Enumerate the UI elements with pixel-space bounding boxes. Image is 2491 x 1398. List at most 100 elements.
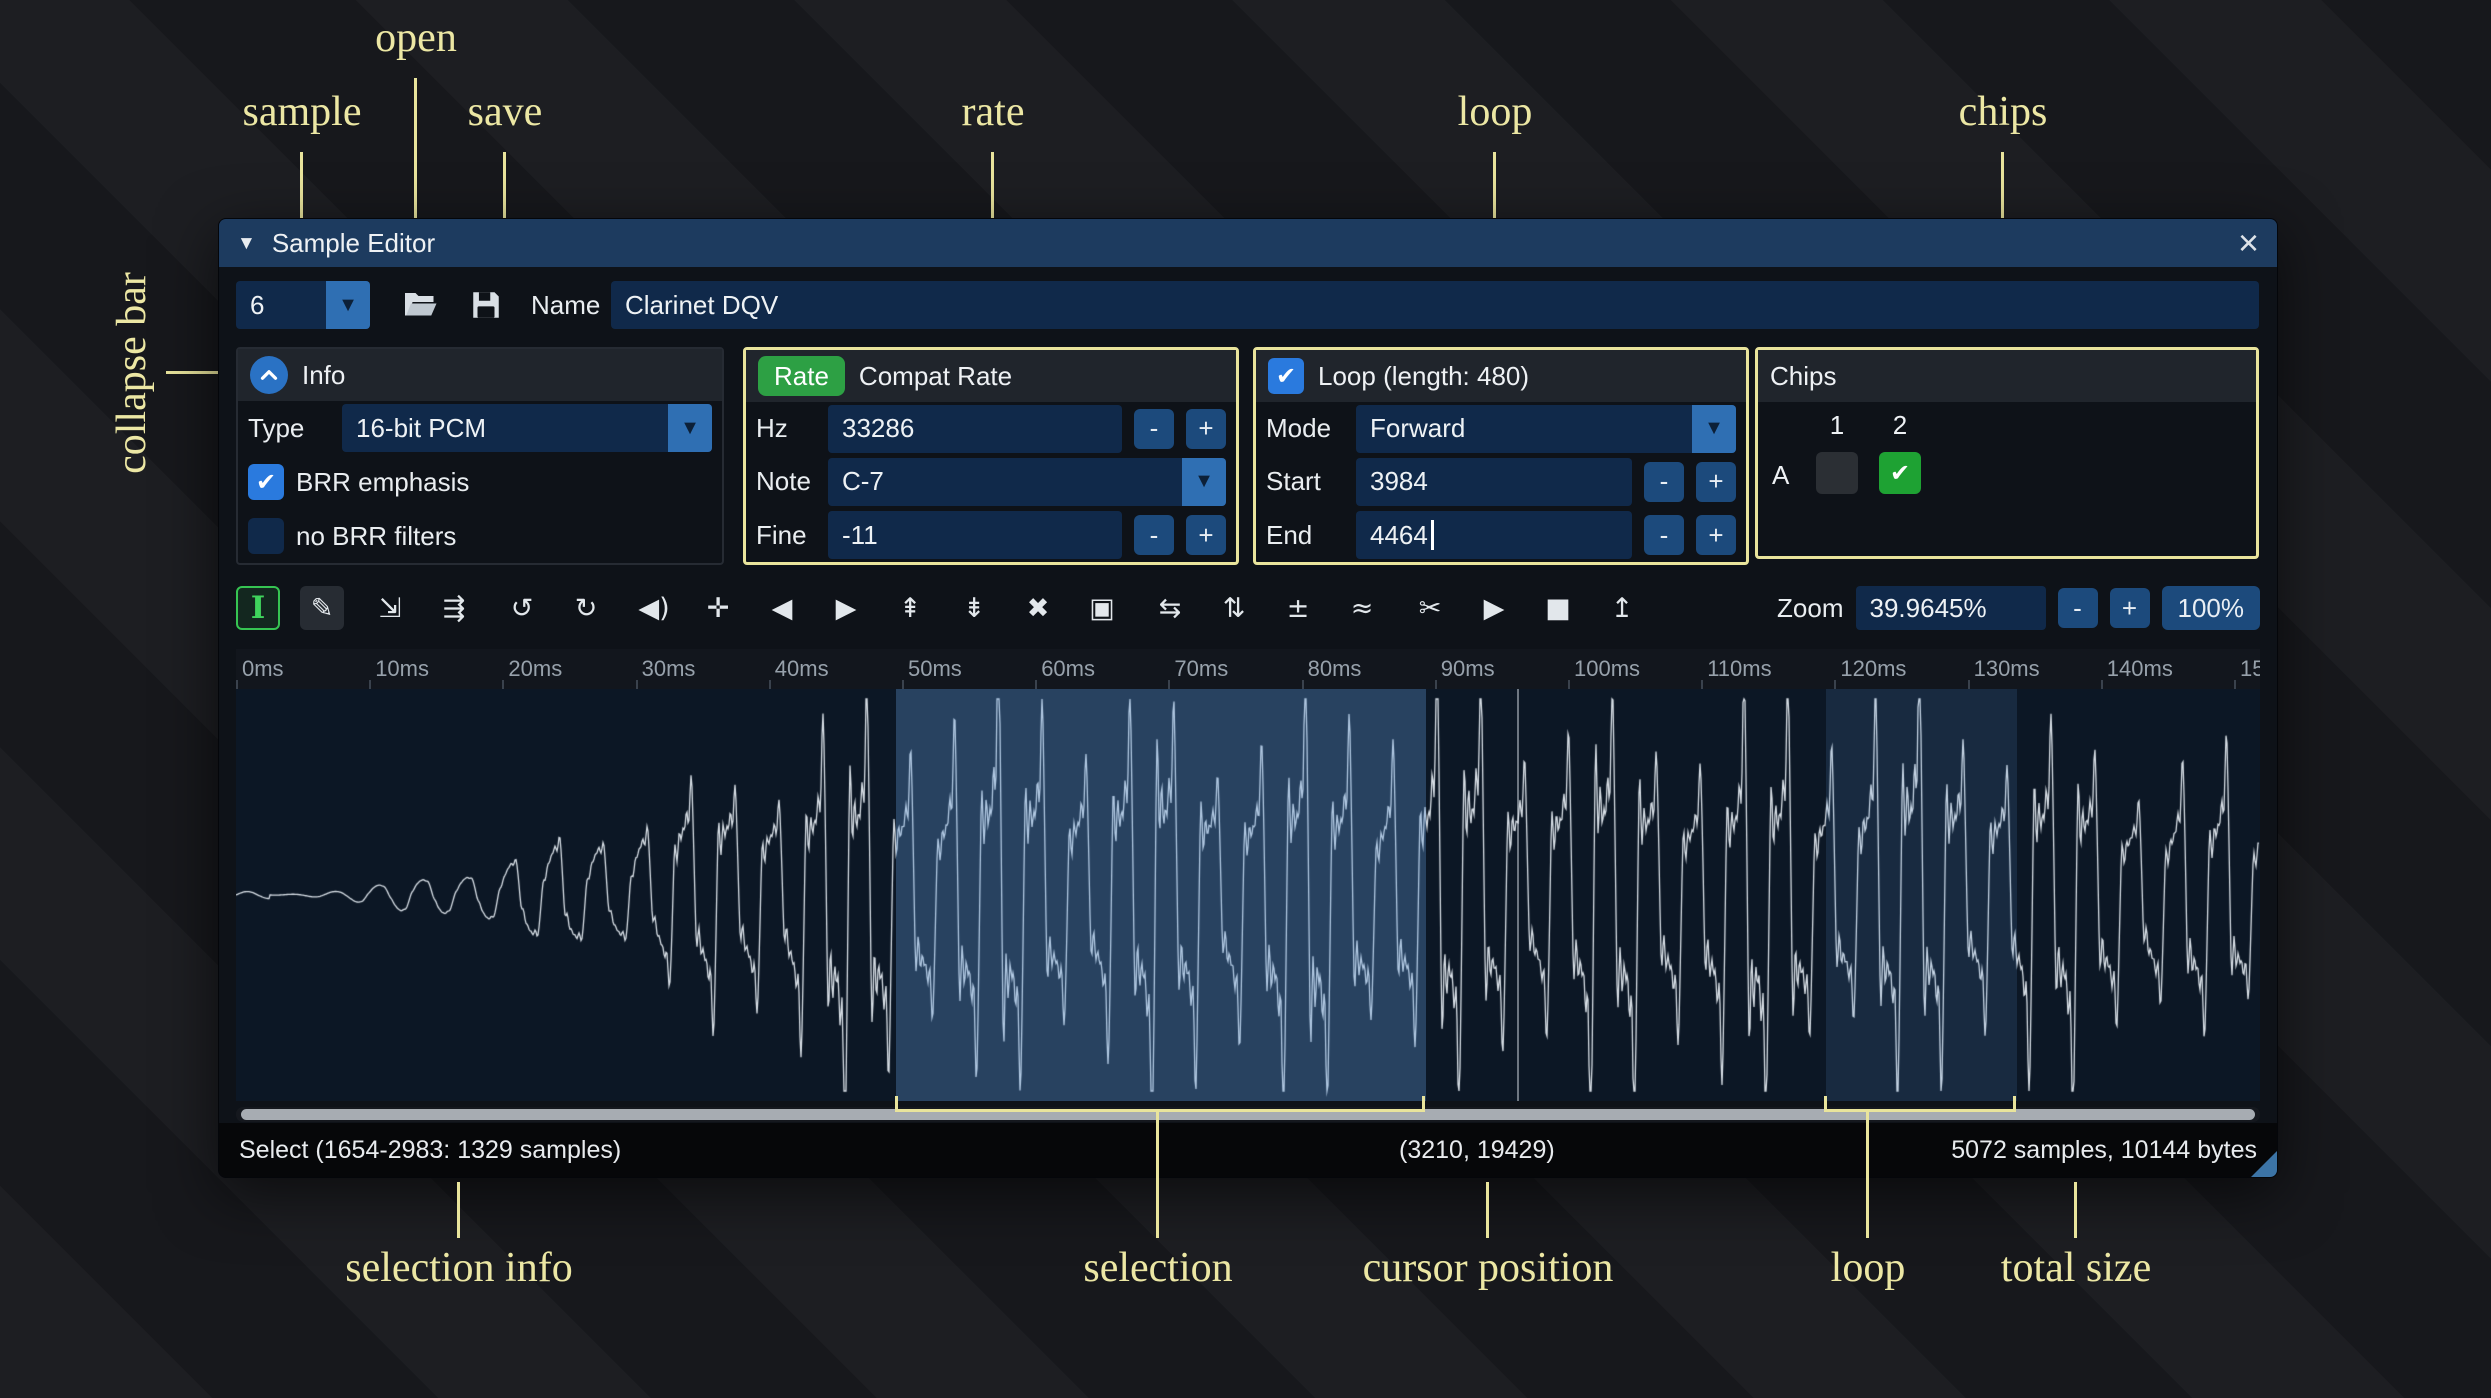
preview-icon[interactable]: ▶	[1472, 586, 1516, 630]
ruler-label: 10ms	[375, 656, 429, 681]
zoom-value: 39.9645%	[1869, 592, 1987, 623]
loop-end-label: End	[1266, 519, 1313, 550]
sample-number-value: 6	[250, 289, 265, 320]
fine-decrease-button[interactable]: -	[1134, 515, 1174, 556]
crossfade-icon[interactable]: ✂	[1408, 586, 1452, 630]
loop-mode-select[interactable]: Forward ▼	[1356, 404, 1736, 453]
loop-end-input[interactable]: 4464	[1356, 511, 1632, 560]
resample-icon[interactable]: ⇶	[432, 586, 476, 630]
fine-increase-button[interactable]: +	[1186, 515, 1226, 556]
insert-silence-icon[interactable]: ⇞	[888, 586, 932, 630]
undo-icon[interactable]: ↺	[500, 586, 544, 630]
check-icon: ✔	[1275, 362, 1297, 390]
sample-number-select[interactable]: 6 ▼	[236, 281, 370, 329]
window-close-button[interactable]: ×	[2238, 225, 2259, 261]
chevron-down-icon[interactable]: ▼	[668, 404, 712, 452]
status-bar: Select (1654-2983: 1329 samples) (3210, …	[219, 1123, 2277, 1177]
ruler-tick	[236, 680, 238, 689]
zoom-out-button[interactable]: -	[2057, 588, 2098, 628]
loop-region[interactable]	[1825, 689, 2018, 1101]
chevron-down-icon[interactable]: ▼	[326, 281, 370, 329]
amplify-icon[interactable]: ◀)	[632, 586, 676, 630]
zoom-reset-button[interactable]: 100%	[2161, 586, 2260, 630]
loop-start-increase-button[interactable]: +	[1696, 461, 1736, 502]
hz-decrease-button[interactable]: -	[1134, 408, 1174, 449]
ruler-label: 100ms	[1574, 656, 1641, 681]
filter-icon[interactable]: ≈	[1340, 586, 1384, 630]
sample-name-value: Clarinet DQV	[625, 289, 779, 320]
delete-icon[interactable]: ✖	[1016, 586, 1060, 630]
note-select[interactable]: C-7 ▼	[828, 457, 1226, 506]
no-brr-filters-checkbox[interactable]	[248, 518, 284, 554]
fine-label: Fine	[756, 519, 807, 550]
annotation-loop-bracket	[1824, 1096, 2016, 1112]
no-brr-filters-row: no BRR filters	[238, 509, 722, 563]
open-sample-button[interactable]	[397, 282, 443, 328]
loop-end-decrease-button[interactable]: -	[1644, 515, 1684, 556]
no-brr-filters-label: no BRR filters	[296, 520, 457, 551]
loop-panel: ✔ Loop (length: 480) Mode Forward ▼ Star…	[1253, 347, 1749, 565]
sample-name-input[interactable]: Clarinet DQV	[611, 281, 2259, 329]
loop-start-input[interactable]: 3984	[1356, 457, 1632, 506]
loop-end-increase-button[interactable]: +	[1696, 515, 1736, 556]
normalize-icon[interactable]: ✛	[696, 586, 740, 630]
info-panel-title: Info	[302, 359, 346, 390]
ruler-label: 90ms	[1440, 656, 1495, 681]
cursor-position-text: (3210, 19429)	[1399, 1136, 1555, 1164]
selection-region[interactable]	[896, 689, 1427, 1101]
chevron-up-icon	[260, 370, 278, 380]
chips-panel: Chips 1 2 A ✔	[1755, 347, 2259, 559]
ruler-tick	[1834, 680, 1837, 689]
fade-out-icon[interactable]: ▶	[824, 586, 868, 630]
invert-icon[interactable]: ⇅	[1212, 586, 1256, 630]
apply-silence-icon[interactable]: ⇟	[952, 586, 996, 630]
reverse-icon[interactable]: ⇆	[1148, 586, 1192, 630]
sample-type-select[interactable]: 16-bit PCM ▼	[342, 404, 712, 452]
sign-invert-icon[interactable]: ±	[1276, 586, 1320, 630]
brr-emphasis-label: BRR emphasis	[296, 466, 470, 497]
zoom-in-button[interactable]: +	[2109, 588, 2150, 628]
chip-row-a-label: A	[1772, 460, 1790, 490]
collapse-info-button[interactable]	[250, 356, 288, 394]
edit-mode-draw-icon[interactable]: ✎	[300, 586, 344, 630]
rate-button[interactable]: Rate	[758, 356, 845, 396]
fade-in-icon[interactable]: ◀	[760, 586, 804, 630]
annotation-sample: sample	[242, 89, 362, 135]
hz-input[interactable]: 33286	[828, 404, 1122, 453]
save-sample-button[interactable]	[463, 282, 509, 328]
window-resize-grip[interactable]	[2251, 1151, 2277, 1177]
chip-1-checkbox[interactable]	[1816, 452, 1858, 494]
edit-mode-select-icon[interactable]: I	[236, 586, 280, 630]
ruler-tick	[635, 680, 638, 689]
brr-emphasis-checkbox[interactable]: ✔	[248, 464, 284, 500]
hz-increase-button[interactable]: +	[1186, 408, 1226, 449]
hz-value: 33286	[842, 413, 915, 444]
resize-icon[interactable]: ⇲	[368, 586, 412, 630]
info-panel-header[interactable]: Info	[238, 349, 722, 401]
chip-2-checkbox[interactable]: ✔	[1879, 452, 1921, 494]
stop-preview-icon[interactable]: ■	[1536, 586, 1580, 630]
zoom-input[interactable]: 39.9645%	[1855, 586, 2046, 630]
fine-input[interactable]: -11	[828, 511, 1122, 560]
window-collapse-icon[interactable]: ▼	[237, 234, 256, 253]
ruler-label: 60ms	[1041, 656, 1095, 681]
selection-info-text: Select (1654-2983: 1329 samples)	[239, 1136, 622, 1164]
ruler-tick	[1967, 680, 1970, 689]
create-wavetable-icon[interactable]: ↥	[1600, 586, 1644, 630]
toolbar-icons: I ✎ ⇲ ⇶ ↺ ↻ ◀) ✛ ◀ ▶ ⇞ ⇟ ✖ ▣ ⇆ ⇅ ± ≈ ✂ ▶ ■ ↥	[236, 586, 1668, 630]
info-panel: Info Type 16-bit PCM ▼ ✔ BRR emphasis no…	[236, 347, 724, 565]
waveform-area[interactable]	[236, 689, 2260, 1101]
chevron-down-icon[interactable]: ▼	[1692, 404, 1736, 453]
loop-enable-checkbox[interactable]: ✔	[1268, 358, 1304, 394]
zoom-controls: Zoom 39.9645% - + 100%	[1777, 586, 2260, 630]
loop-start-decrease-button[interactable]: -	[1644, 461, 1684, 502]
chips-panel-header: Chips	[1758, 350, 2256, 402]
trim-icon[interactable]: ▣	[1080, 586, 1124, 630]
redo-icon[interactable]: ↻	[564, 586, 608, 630]
loop-mode-value: Forward	[1370, 413, 1466, 444]
window-titlebar[interactable]: ▼ Sample Editor ×	[219, 219, 2277, 267]
chevron-down-icon[interactable]: ▼	[1182, 457, 1226, 506]
annotation-line-selection-info	[457, 1182, 460, 1238]
name-label: Name	[531, 290, 601, 320]
ruler-tick	[1035, 680, 1038, 689]
